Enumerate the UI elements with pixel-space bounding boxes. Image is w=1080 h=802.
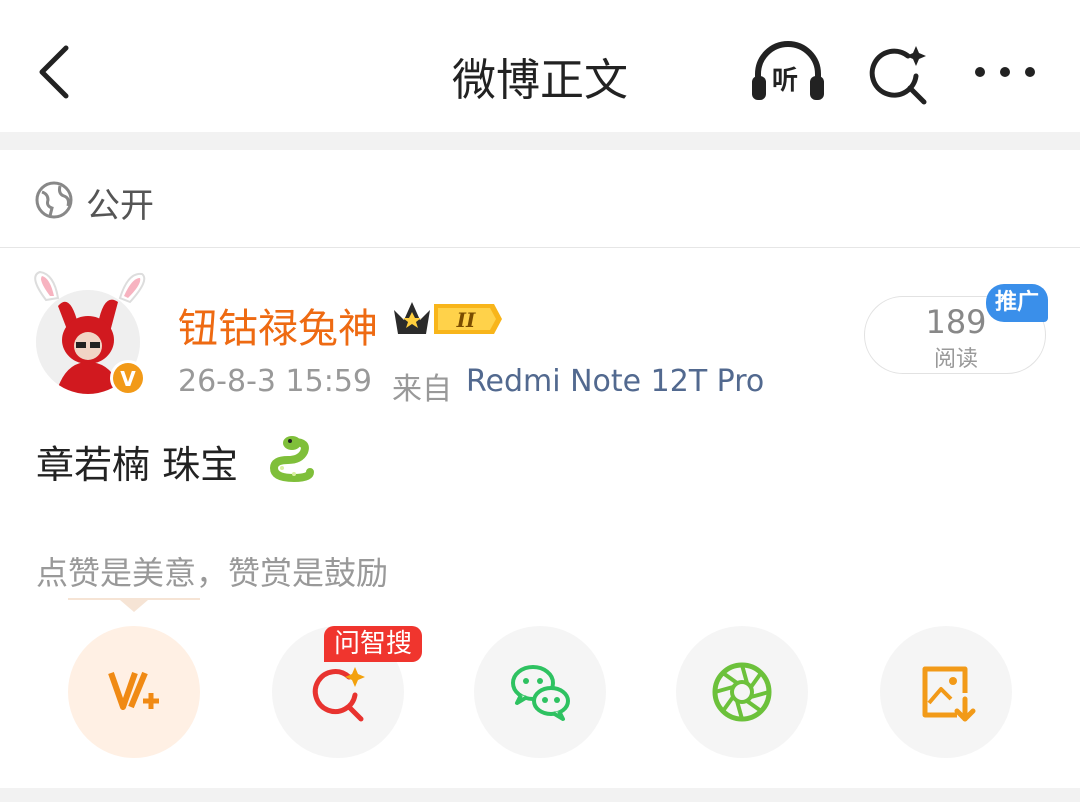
snake-icon (269, 436, 314, 482)
more-button[interactable] (970, 50, 1040, 94)
crown-badge[interactable]: II (390, 296, 502, 342)
reward-v-plus-icon (108, 671, 159, 710)
post-time: 26-8-3 15:59 (178, 364, 372, 399)
visibility-row: 公开 (0, 150, 1080, 248)
wechat-icon (511, 665, 570, 721)
verified-badge: V (120, 367, 136, 391)
reward-tip: 点赞是美意，赞赏是鼓励 (36, 554, 389, 592)
save-image-icon (922, 666, 976, 722)
post-from-label: 来自 (392, 372, 452, 407)
post-device-link[interactable]: Redmi Note 12T Pro (466, 364, 764, 399)
avatar[interactable]: V (24, 262, 154, 402)
top-bar: 微博正文 听 (0, 0, 1080, 132)
more-dots-icon (975, 67, 1035, 77)
ask-badge: 问智搜 (324, 626, 422, 662)
section-divider (0, 132, 1080, 150)
bottom-divider (0, 788, 1080, 802)
post-text: 章若楠 珠宝 (36, 443, 239, 487)
crown-level: II (456, 308, 476, 332)
save-image-button[interactable] (880, 626, 1012, 758)
tip-pointer (120, 600, 148, 612)
listen-label: 听 (772, 66, 799, 96)
visibility-label: 公开 (86, 186, 154, 226)
moments-icon (712, 662, 772, 722)
reward-button[interactable] (68, 626, 200, 758)
ai-search-button[interactable] (866, 42, 930, 106)
promote-badge[interactable]: 推广 (986, 284, 1048, 322)
ask-search-icon (312, 667, 365, 722)
read-label: 阅读 (933, 347, 978, 372)
globe-icon (35, 181, 73, 219)
ai-search-icon (869, 46, 927, 105)
share-wechat-button[interactable] (474, 626, 606, 758)
author-name[interactable]: 钮钴禄兔神 (178, 296, 378, 354)
share-moments-button[interactable] (676, 626, 808, 758)
